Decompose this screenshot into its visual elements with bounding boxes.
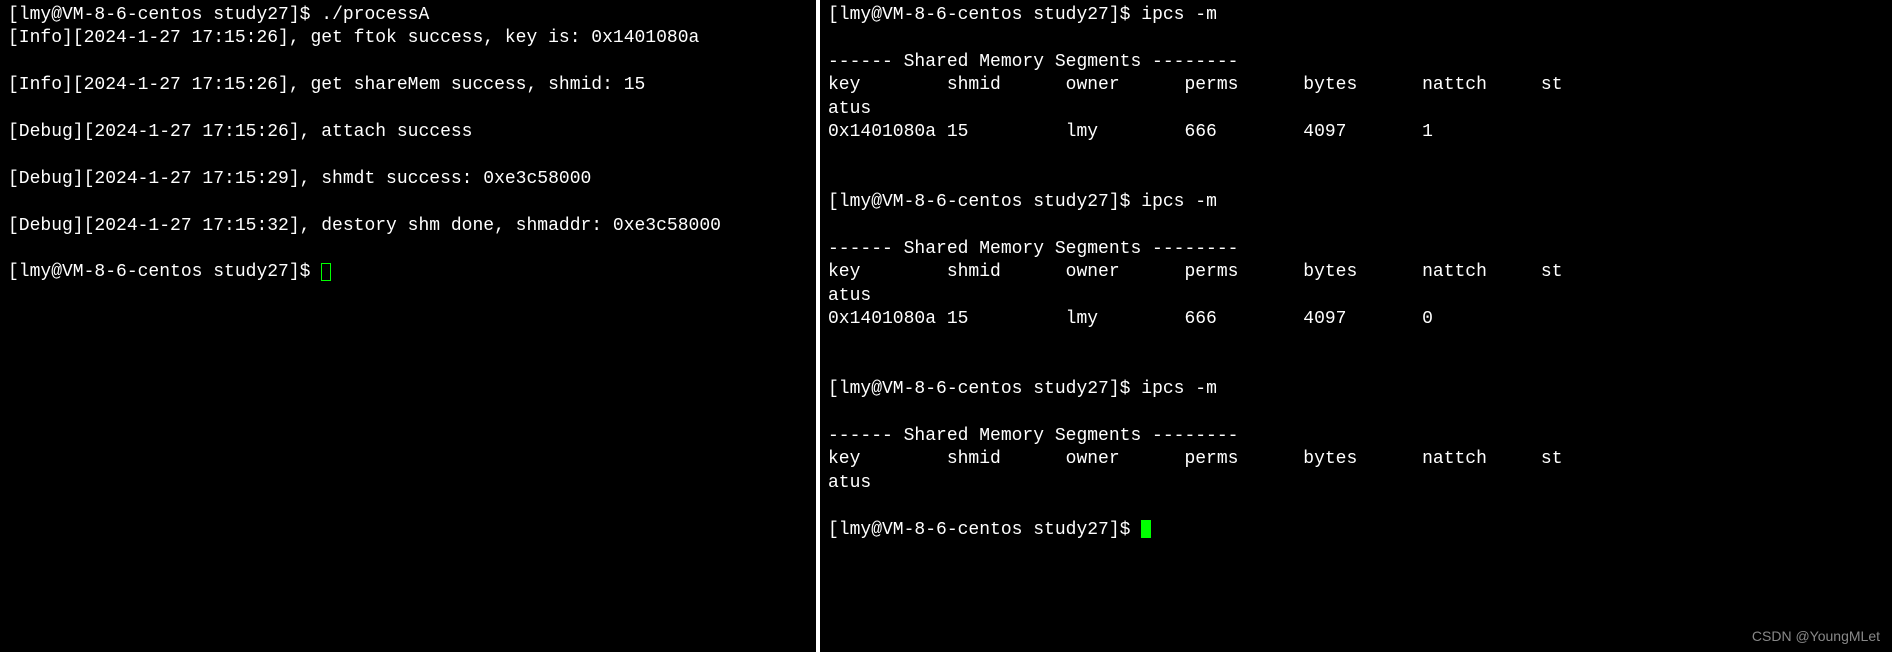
terminal-line: [lmy@VM-8-6-centos study27]$: [828, 519, 1884, 542]
table-header: atus: [828, 472, 1884, 495]
terminal-left-pane[interactable]: [lmy@VM-8-6-centos study27]$ ./processA …: [0, 0, 820, 652]
output-line: [828, 27, 1884, 50]
output-line: [8, 191, 808, 214]
output-line: [828, 355, 1884, 378]
output-line: [Debug][2024-1-27 17:15:29], shmdt succe…: [8, 168, 808, 191]
terminal-right-pane[interactable]: [lmy@VM-8-6-centos study27]$ ipcs -m ---…: [820, 0, 1892, 652]
output-line: [8, 144, 808, 167]
output-line: [828, 144, 1884, 167]
output-line: [828, 215, 1884, 238]
terminal-line: [lmy@VM-8-6-centos study27]$: [8, 261, 808, 284]
prompt: [lmy@VM-8-6-centos study27]$: [828, 379, 1141, 399]
table-row: 0x1401080a 15 lmy 666 4097 0: [828, 308, 1884, 331]
command-text: ./processA: [321, 5, 429, 25]
cursor-icon: [321, 263, 331, 281]
prompt: [lmy@VM-8-6-centos study27]$: [828, 5, 1141, 25]
command-text: ipcs -m: [1141, 5, 1217, 25]
output-line: [Debug][2024-1-27 17:15:26], attach succ…: [8, 121, 808, 144]
table-header: atus: [828, 98, 1884, 121]
output-header: ------ Shared Memory Segments --------: [828, 238, 1884, 261]
prompt: [lmy@VM-8-6-centos study27]$: [8, 5, 321, 25]
terminal-line: [lmy@VM-8-6-centos study27]$ ipcs -m: [828, 191, 1884, 214]
command-text: ipcs -m: [1141, 379, 1217, 399]
table-header: key shmid owner perms bytes nattch st: [828, 261, 1884, 284]
output-line: [Info][2024-1-27 17:15:26], get ftok suc…: [8, 27, 808, 50]
output-line: [828, 331, 1884, 354]
output-line: [828, 402, 1884, 425]
output-header: ------ Shared Memory Segments --------: [828, 51, 1884, 74]
terminal-line: [lmy@VM-8-6-centos study27]$ ipcs -m: [828, 378, 1884, 401]
output-line: [8, 238, 808, 261]
table-header: atus: [828, 285, 1884, 308]
prompt: [lmy@VM-8-6-centos study27]$: [8, 262, 321, 282]
prompt: [lmy@VM-8-6-centos study27]$: [828, 520, 1141, 540]
output-line: [8, 98, 808, 121]
output-header: ------ Shared Memory Segments --------: [828, 425, 1884, 448]
command-text: ipcs -m: [1141, 192, 1217, 212]
table-header: key shmid owner perms bytes nattch st: [828, 74, 1884, 97]
output-line: [828, 495, 1884, 518]
output-line: [8, 51, 808, 74]
table-header: key shmid owner perms bytes nattch st: [828, 448, 1884, 471]
output-line: [Debug][2024-1-27 17:15:32], destory shm…: [8, 215, 808, 238]
output-line: [828, 168, 1884, 191]
watermark-text: CSDN @YoungMLet: [1752, 628, 1880, 644]
terminal-line: [lmy@VM-8-6-centos study27]$ ipcs -m: [828, 4, 1884, 27]
prompt: [lmy@VM-8-6-centos study27]$: [828, 192, 1141, 212]
terminal-line: [lmy@VM-8-6-centos study27]$ ./processA: [8, 4, 808, 27]
output-line: [Info][2024-1-27 17:15:26], get shareMem…: [8, 74, 808, 97]
cursor-icon: [1141, 520, 1151, 538]
table-row: 0x1401080a 15 lmy 666 4097 1: [828, 121, 1884, 144]
